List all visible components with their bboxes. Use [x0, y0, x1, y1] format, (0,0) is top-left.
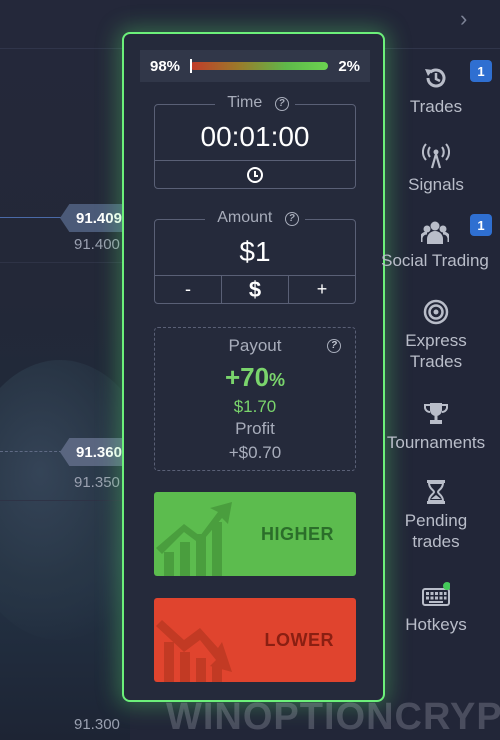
sidebar-item-social-trading[interactable]: Social Trading [376, 218, 494, 271]
help-icon[interactable]: ? [284, 212, 299, 226]
price-chart[interactable] [0, 0, 160, 740]
trend-up-icon [156, 502, 232, 576]
sidebar-item-label: Pending trades [404, 511, 468, 551]
amount-label: Amount [211, 209, 279, 226]
amount-decrease-button[interactable]: - [155, 276, 222, 303]
open-price-line [0, 451, 62, 452]
sidebar-item-label: Tournaments [386, 433, 486, 452]
sidebar-item-pending-trades[interactable]: Pending trades [380, 478, 492, 552]
payout-label: Payout [228, 336, 282, 355]
amount-value[interactable]: $1 [155, 236, 355, 268]
time-mode-toggle[interactable] [155, 160, 355, 188]
hourglass-icon [427, 480, 445, 504]
watermark: WINOPTIONCRYPTO.COM [166, 696, 500, 738]
payout-amount: $1.70 [233, 397, 277, 416]
chevron-right-icon[interactable]: › [460, 8, 482, 30]
help-icon[interactable]: ? [327, 339, 341, 353]
trade-panel: 98% 2% Time ? 00:01:00 Amount ? $1 - $ +… [122, 32, 385, 702]
higher-button[interactable]: HIGHER [154, 492, 356, 576]
lower-button[interactable]: LOWER [154, 598, 356, 682]
keyboard-icon [422, 582, 450, 606]
amount-selector[interactable]: Amount ? $1 - $ + [154, 209, 356, 304]
clock-icon [247, 166, 263, 183]
target-icon [423, 299, 449, 325]
amount-increase-button[interactable]: + [289, 276, 355, 303]
sidebar-item-hotkeys[interactable]: Hotkeys [380, 582, 492, 635]
sidebar-item-label: Signals [408, 175, 464, 194]
sidebar-item-label: Hotkeys [405, 615, 467, 634]
time-label: Time [221, 94, 269, 111]
grid-line [0, 500, 124, 501]
current-price-line [0, 217, 62, 218]
sidebar-item-express-trades[interactable]: Express Trades [380, 298, 492, 372]
history-icon [425, 68, 446, 88]
payout-box: Payout ? +70% $1.70 Profit +$0.70 [154, 327, 356, 471]
axis-tick: 91.300 [74, 716, 120, 733]
higher-label: HIGHER [260, 523, 334, 544]
time-value[interactable]: 00:01:00 [155, 121, 355, 153]
profit-value: +$0.70 [228, 443, 282, 462]
grid-line [0, 262, 124, 263]
currency-button[interactable]: $ [222, 276, 289, 303]
trophy-icon [424, 403, 448, 424]
time-selector[interactable]: Time ? 00:01:00 [154, 94, 356, 189]
sentiment-track [190, 59, 329, 73]
help-icon[interactable]: ? [274, 97, 289, 111]
sentiment-down-value: 2% [338, 57, 360, 75]
sidebar-item-tournaments[interactable]: Tournaments [380, 400, 492, 453]
sentiment-up-value: 98% [150, 57, 181, 75]
trend-down-icon [156, 620, 232, 682]
lower-label: LOWER [264, 629, 334, 650]
sidebar-item-label: Trades [409, 97, 463, 116]
sidebar-item-trades[interactable]: Trades [380, 64, 492, 117]
sidebar-item-label: Social Trading [381, 251, 489, 270]
trading-app: › 91.409 91.400 91.360 91.350 91.300 98%… [0, 0, 500, 740]
axis-tick: 91.350 [74, 474, 120, 491]
sidebar-item-label: Express Trades [405, 331, 467, 371]
users-icon [421, 221, 449, 244]
profit-label: Profit [235, 419, 275, 438]
axis-tick: 91.400 [74, 236, 120, 253]
traders-sentiment-bar: 98% 2% [140, 50, 370, 82]
sidebar-item-signals[interactable]: Signals [380, 142, 492, 195]
signal-tower-icon [422, 143, 450, 169]
payout-percent: +70% [224, 362, 286, 392]
